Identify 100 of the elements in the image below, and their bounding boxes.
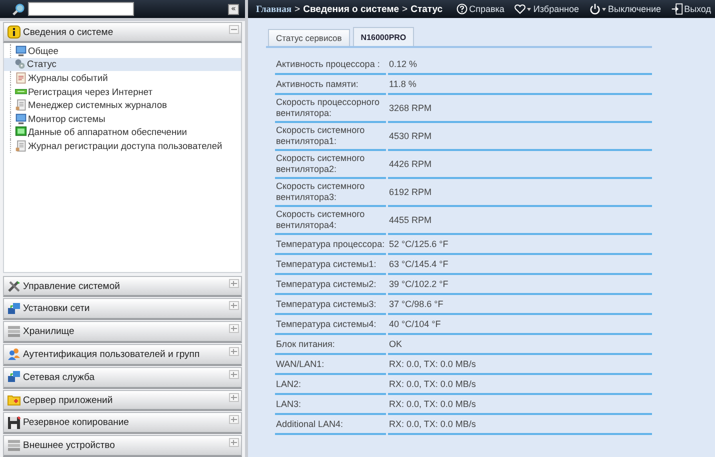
table-cell: 63 °C/145.4 °F — [388, 255, 652, 275]
collapse-toggle[interactable] — [229, 25, 239, 34]
table-cell: 4530 RPM — [388, 123, 652, 151]
section-header[interactable]: Хранилище — [3, 321, 242, 344]
table-cell: Скорость процессорного вентилятора: — [275, 95, 386, 123]
section-label[interactable]: Аутентификация пользователей и групп — [23, 348, 200, 360]
tree-item-label[interactable]: Журналы событий — [28, 72, 108, 83]
network-icon — [7, 302, 21, 316]
section-header[interactable]: Сведения о системе — [3, 22, 242, 43]
tree-item-label[interactable]: Регистрация через Интернет — [28, 86, 152, 97]
section-header[interactable]: Установки сети — [3, 298, 242, 320]
tree-item-label[interactable]: Менеджер системных журналов — [28, 100, 167, 110]
table-cell: RX: 0.0, TX: 0.0 MB/s — [388, 355, 652, 375]
search-icon — [12, 2, 25, 16]
expand-toggle[interactable] — [229, 415, 239, 424]
help-icon — [456, 3, 468, 15]
network-icon — [7, 370, 21, 384]
table-cell: Температура системы1: — [275, 255, 386, 275]
tree-item[interactable]: Журналы событий — [10, 71, 241, 85]
tree-item-label[interactable]: Данные об аппаратном обеспечении — [28, 127, 187, 138]
table-cell: 4455 RPM — [388, 207, 652, 235]
breadcrumb-link[interactable]: Сведения о системе — [303, 4, 400, 14]
table-cell: WAN/LAN1: — [275, 355, 386, 375]
expand-toggle[interactable] — [229, 438, 239, 448]
tree-item[interactable]: Монитор системы — [10, 112, 241, 126]
table-cell: Скорость системного вентилятора4: — [275, 207, 386, 235]
tree-item-label[interactable]: Статус — [27, 59, 56, 70]
section-label[interactable]: Установки сети — [23, 303, 90, 314]
section-header[interactable]: Внешнее устройство — [3, 435, 242, 457]
exit-icon — [671, 3, 684, 15]
table-cell: Температура системы3: — [275, 295, 386, 315]
section-label[interactable]: Управление системой — [23, 280, 120, 292]
header-link[interactable]: Избранное — [514, 3, 580, 15]
table-cell: Скорость системного вентилятора1: — [275, 123, 386, 151]
monitor-icon — [15, 112, 27, 125]
table-cell: 0.12 % — [388, 55, 652, 75]
table-cell: Температура системы2: — [275, 275, 386, 295]
expand-toggle[interactable] — [229, 278, 239, 288]
users-icon — [7, 347, 21, 362]
section-label[interactable]: Сетевая служба — [23, 372, 94, 383]
header-link[interactable]: Выключение — [589, 3, 662, 15]
table-cell: LAN3: — [275, 395, 386, 415]
section-header[interactable]: Аутентификация пользователей и групп — [3, 344, 242, 366]
section-header[interactable]: Сетевая служба — [3, 366, 242, 389]
document-icon — [15, 99, 27, 112]
section-label[interactable]: Внешнее устройство — [23, 440, 115, 452]
section-label[interactable]: Сервер приложений — [23, 394, 113, 406]
search-field[interactable] — [28, 2, 134, 16]
section-header[interactable]: Сервер приложений — [3, 390, 242, 412]
monitor-icon — [15, 44, 27, 57]
tools-icon — [7, 279, 21, 294]
tree-item[interactable]: Менеджер системных журналов — [10, 98, 241, 112]
storage-icon — [7, 438, 21, 453]
tab[interactable]: Статус сервисов — [268, 29, 350, 46]
table-cell: Additional LAN4: — [275, 415, 386, 435]
power-icon — [589, 3, 602, 15]
table-cell: RX: 0.0, TX: 0.0 MB/s — [388, 415, 652, 435]
section-header[interactable]: Управление системой — [3, 276, 242, 298]
heart-icon — [514, 3, 526, 15]
expand-toggle[interactable] — [229, 392, 239, 402]
table-cell: Блок питания: — [275, 335, 386, 355]
tree-item-label[interactable]: Общее — [28, 46, 58, 56]
expand-toggle[interactable] — [229, 324, 239, 334]
tree-item[interactable]: Журнал регистрации доступа пользователей — [10, 139, 241, 153]
table-cell: RX: 0.0, TX: 0.0 MB/s — [388, 395, 652, 415]
table-cell: Температура процессора: — [275, 235, 386, 255]
table-cell: LAN2: — [275, 375, 386, 395]
expand-toggle[interactable] — [229, 347, 239, 356]
breadcrumb-link[interactable]: Главная — [256, 4, 292, 14]
tree-item[interactable]: Данные об аппаратном обеспечении — [10, 126, 241, 140]
tree-item[interactable]: Статус — [4, 58, 241, 72]
document-icon — [15, 140, 27, 152]
tree-item[interactable]: Регистрация через Интернет — [10, 84, 241, 98]
floppy-icon — [7, 416, 21, 430]
expand-toggle[interactable] — [229, 301, 239, 310]
section-header[interactable]: Резервное копирование — [3, 412, 242, 434]
table-cell: Скорость системного вентилятора3: — [275, 179, 386, 207]
collapse-button[interactable]: « — [228, 4, 239, 14]
section-label[interactable]: Хранилище — [23, 326, 74, 338]
table-cell: 11.8 % — [388, 75, 652, 95]
section-label[interactable]: Резервное копирование — [23, 417, 129, 428]
notepad-icon — [15, 72, 27, 84]
table-cell: 3268 RPM — [388, 95, 652, 123]
table-cell: 6192 RPM — [388, 179, 652, 207]
table-cell: Температура системы4: — [275, 315, 386, 335]
tree-item-label[interactable]: Журнал регистрации доступа пользователей — [28, 140, 222, 151]
breadcrumb-separator: > — [294, 4, 300, 14]
expand-toggle[interactable] — [229, 370, 239, 379]
header-link[interactable]: Выход — [671, 3, 711, 15]
tree-item-label[interactable]: Монитор системы — [28, 114, 106, 124]
header-link[interactable]: Справка — [456, 3, 504, 15]
storage-icon — [7, 324, 21, 339]
table-cell: 39 °C/102.2 °F — [388, 275, 652, 295]
table-cell: 37 °C/98.6 °F — [388, 295, 652, 315]
info-icon — [7, 25, 21, 39]
section-label[interactable]: Сведения о системе — [23, 26, 114, 38]
tab[interactable]: N16000PRO — [352, 27, 414, 46]
table-cell: Активность процессора : — [275, 55, 386, 75]
table-cell: 40 °C/104 °F — [388, 315, 652, 335]
screen-icon — [15, 126, 27, 138]
